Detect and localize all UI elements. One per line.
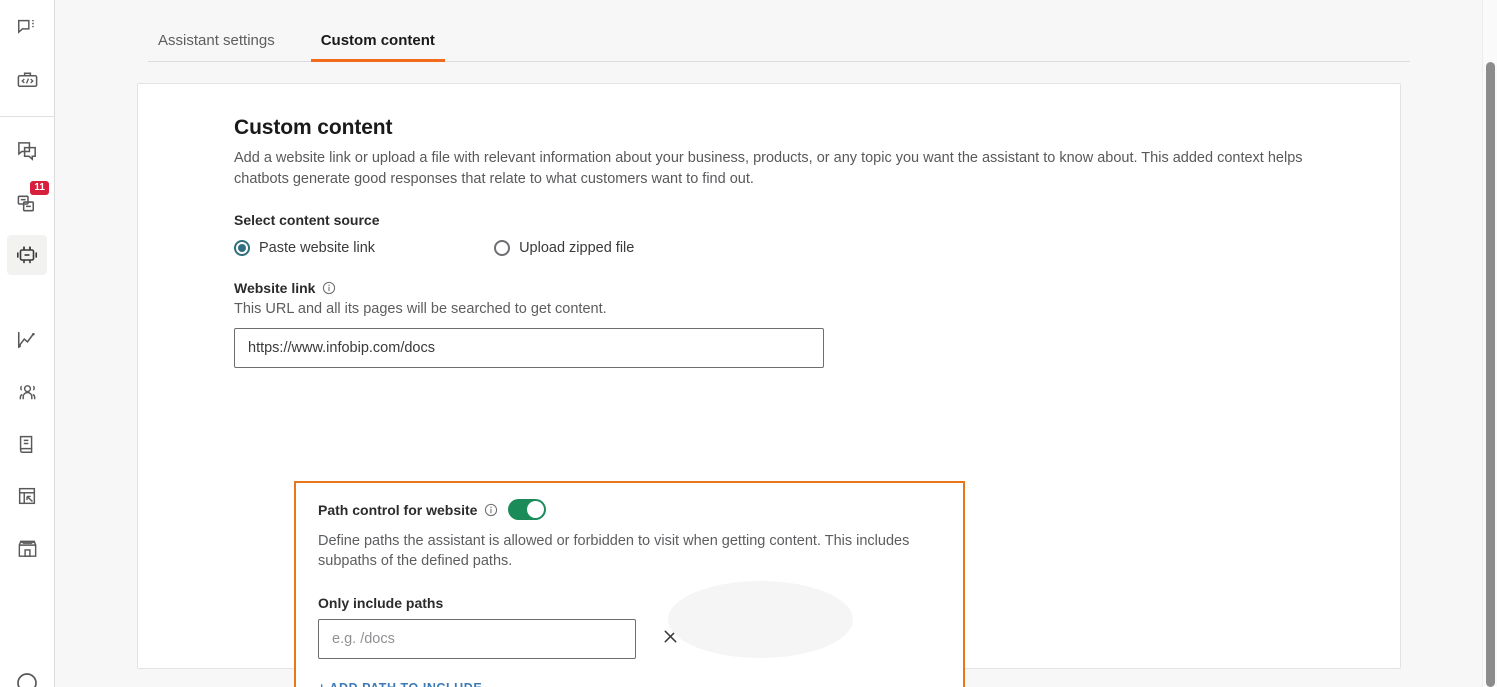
include-path-input[interactable] (318, 619, 636, 659)
obscured-link[interactable]: + ...c (699, 632, 730, 646)
radio-label-upload-zip: Upload zipped file (519, 240, 635, 256)
path-control-header: Path control for website (318, 499, 941, 520)
content-source-radio-group: Paste website link Upload zipped file (234, 240, 1356, 256)
path-control-label-row: Path control for website (318, 502, 498, 518)
radio-selected-icon (234, 240, 250, 256)
flows-icon (16, 485, 38, 507)
content-source-label: Select content source (234, 212, 380, 228)
custom-content-card: Custom content Add a website link or upl… (137, 83, 1401, 687)
include-path-row: + ...c (318, 619, 941, 659)
people-icon (16, 381, 39, 404)
sidebar-divider (0, 116, 54, 117)
toggle-knob (527, 501, 545, 518)
info-icon[interactable] (484, 503, 498, 517)
sidebar-item-broadcast[interactable] (7, 131, 47, 171)
sidebar-item-inbox[interactable]: 11 (7, 181, 49, 223)
website-link-label: Website link (234, 280, 316, 296)
app-root: 11 Assistant settings Custom content Cus… (0, 0, 1497, 687)
sidebar-item-flows[interactable] (7, 476, 47, 516)
answers-bot-icon (15, 243, 39, 267)
sidebar-item-people[interactable] (7, 372, 47, 412)
sidebar-rail: 11 (0, 0, 61, 687)
path-control-toggle[interactable] (508, 499, 547, 520)
sidebar-group-bottom (0, 314, 54, 574)
radio-unselected-icon (494, 240, 511, 256)
storefront-icon (16, 537, 39, 560)
page-subtitle: Add a website link or upload a file with… (234, 150, 1303, 187)
path-control-description: Define paths the assistant is allowed or… (318, 533, 910, 569)
sidebar-item-storefront[interactable] (7, 528, 47, 568)
tab-bar: Assistant settings Custom content (55, 0, 1497, 62)
sidebar-item-answers[interactable] (7, 235, 61, 275)
sidebar-item-catalog[interactable] (7, 424, 47, 464)
inbox-badge: 11 (30, 181, 49, 195)
card-body: Custom content Add a website link or upl… (138, 84, 1400, 368)
sidebar-group-middle: 11 (0, 125, 61, 281)
radio-label-paste-link: Paste website link (259, 240, 376, 256)
close-icon (662, 628, 679, 650)
page-title: Custom content (234, 116, 393, 139)
add-path-to-include-button[interactable]: + ADD PATH TO INCLUDE (318, 681, 482, 687)
sidebar-item-conversations[interactable] (7, 8, 47, 48)
path-control-label: Path control for website (318, 501, 478, 518)
website-link-input[interactable] (234, 328, 824, 368)
sidebar-item-developer-tools[interactable] (7, 60, 47, 100)
sidebar-item-analytics[interactable] (7, 320, 47, 360)
broadcast-icon (16, 140, 39, 163)
conversations-icon (16, 17, 38, 39)
main-content-area: Assistant settings Custom content Custom… (55, 0, 1497, 687)
only-include-paths-label: Only include paths (318, 595, 444, 611)
analytics-icon (16, 329, 38, 351)
sidebar-item-profile[interactable] (14, 670, 40, 687)
tab-custom-content[interactable]: Custom content (310, 32, 446, 62)
path-control-highlight-box: Path control for website Define paths th… (294, 481, 965, 687)
radio-upload-zipped-file[interactable]: Upload zipped file (494, 240, 634, 256)
vertical-scrollbar-thumb[interactable] (1486, 62, 1495, 687)
remove-path-button[interactable] (657, 626, 683, 652)
profile-icon (14, 673, 40, 687)
vertical-scrollbar-track[interactable] (1482, 0, 1497, 687)
info-icon[interactable] (322, 281, 336, 295)
tab-assistant-settings[interactable]: Assistant settings (148, 32, 285, 62)
sidebar-group-top (0, 2, 54, 106)
catalog-icon (16, 433, 38, 455)
website-link-help: This URL and all its pages will be searc… (234, 301, 607, 317)
website-link-label-row: Website link (234, 280, 1356, 296)
developer-tools-icon (16, 69, 39, 92)
radio-paste-website-link[interactable]: Paste website link (234, 240, 375, 256)
